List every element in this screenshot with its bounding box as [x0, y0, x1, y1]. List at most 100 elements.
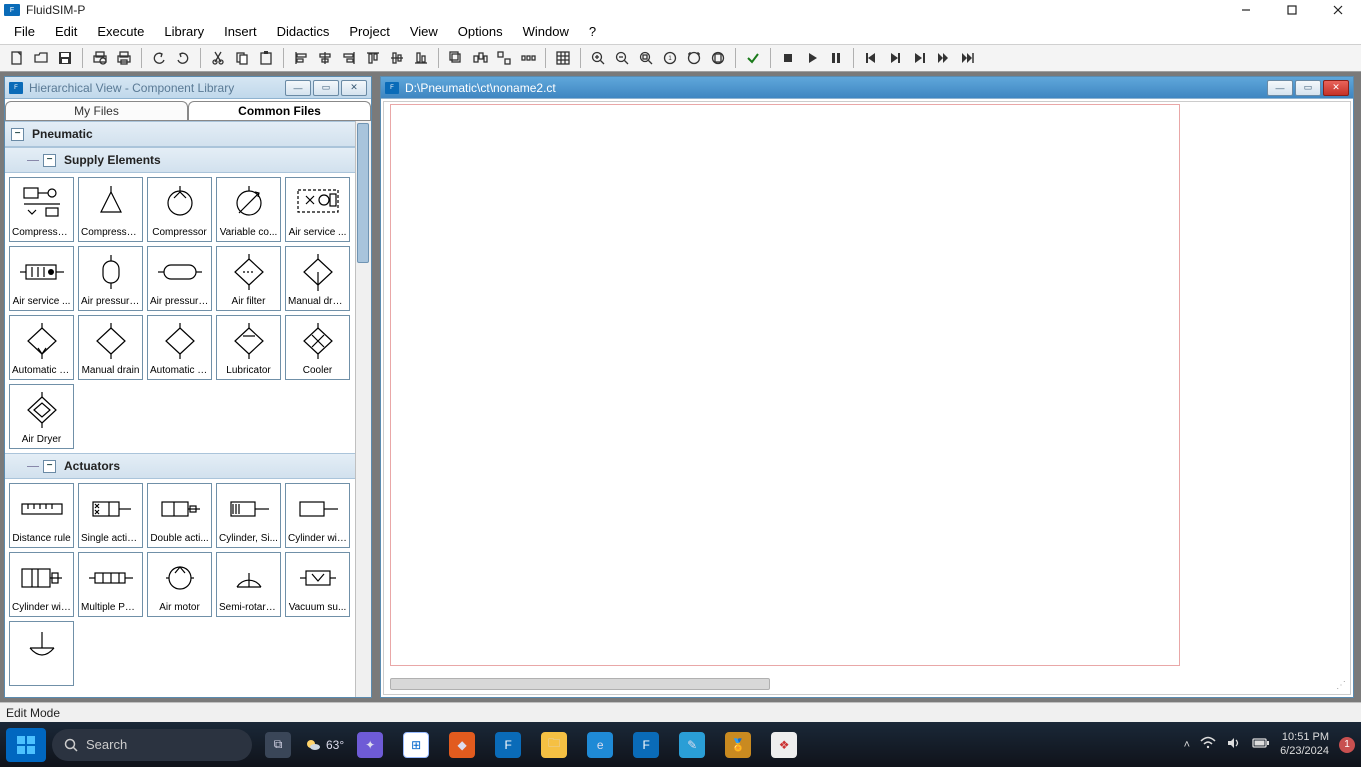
align-top-button[interactable]: [362, 47, 384, 69]
align-middle-button[interactable]: [386, 47, 408, 69]
taskbar-app-3[interactable]: ◆: [442, 728, 482, 762]
doc-maximize-button[interactable]: ▭: [1295, 80, 1321, 96]
library-scroll-thumb[interactable]: [357, 123, 369, 263]
start-button[interactable]: [6, 728, 46, 762]
category-supply-elements[interactable]: −Supply Elements: [5, 147, 371, 173]
taskbar-app-6[interactable]: e: [580, 728, 620, 762]
step-fwd-button[interactable]: [908, 47, 930, 69]
menu-library[interactable]: Library: [154, 22, 214, 41]
taskbar-app-7[interactable]: F: [626, 728, 666, 762]
panel-close-button[interactable]: ✕: [341, 80, 367, 96]
menu-view[interactable]: View: [400, 22, 448, 41]
menu-help[interactable]: ?: [579, 22, 606, 41]
paste-button[interactable]: [255, 47, 277, 69]
zoom-out-button[interactable]: [611, 47, 633, 69]
component-cyl-plain[interactable]: Cylinder wit...: [285, 483, 350, 548]
document-titlebar[interactable]: F D:\Pneumatic\ct\noname2.ct — ▭ ✕: [381, 77, 1353, 99]
menu-file[interactable]: File: [4, 22, 45, 41]
zoom-fit-button[interactable]: [635, 47, 657, 69]
volume-icon[interactable]: [1226, 736, 1242, 753]
align-center-button[interactable]: [314, 47, 336, 69]
tray-chevron-icon[interactable]: ˄: [1184, 739, 1190, 751]
ungroup-button[interactable]: [493, 47, 515, 69]
menu-execute[interactable]: Execute: [87, 22, 154, 41]
save-button[interactable]: [54, 47, 76, 69]
drawing-canvas[interactable]: ⋰: [383, 101, 1351, 695]
zoom-100-button[interactable]: 1: [659, 47, 681, 69]
tab-my-files[interactable]: My Files: [5, 101, 188, 120]
skip-fwd-button[interactable]: [932, 47, 954, 69]
library-titlebar[interactable]: F Hierarchical View - Component Library …: [5, 77, 371, 99]
taskbar-app-8[interactable]: ✎: [672, 728, 712, 762]
component-cyl-simple[interactable]: Cylinder, Si...: [216, 483, 281, 548]
panel-minimize-button[interactable]: —: [285, 80, 311, 96]
menu-insert[interactable]: Insert: [214, 22, 267, 41]
component-diamond-x[interactable]: Cooler: [285, 315, 350, 380]
align-bottom-button[interactable]: [410, 47, 432, 69]
new-button[interactable]: [6, 47, 28, 69]
task-view-button[interactable]: ⧉: [258, 728, 298, 762]
component-cyl-multi[interactable]: Cylinder wit...: [9, 552, 74, 617]
minimize-button[interactable]: [1223, 0, 1269, 20]
component-filter-reg-box[interactable]: Air service ...: [9, 246, 74, 311]
component-diamond-line[interactable]: Manual drai...: [285, 246, 350, 311]
pause-button[interactable]: [825, 47, 847, 69]
step-play-button[interactable]: [884, 47, 906, 69]
component-diamond-tri[interactable]: Automatic d...: [9, 315, 74, 380]
zoom-in-button[interactable]: [587, 47, 609, 69]
step-back-button[interactable]: [860, 47, 882, 69]
wifi-icon[interactable]: [1200, 736, 1216, 753]
component-circle-tick[interactable]: Compressor: [147, 177, 212, 242]
check-button[interactable]: [742, 47, 764, 69]
grid-button[interactable]: [552, 47, 574, 69]
maximize-button[interactable]: [1269, 0, 1315, 20]
category-pneumatic[interactable]: −Pneumatic: [5, 121, 371, 147]
component-ruler[interactable]: Distance rule: [9, 483, 74, 548]
canvas-resize-grip[interactable]: ⋰: [1336, 680, 1348, 692]
undo-button[interactable]: [148, 47, 170, 69]
component-circle-arrow[interactable]: Variable co...: [216, 177, 281, 242]
redo-button[interactable]: [172, 47, 194, 69]
doc-close-button[interactable]: ✕: [1323, 80, 1349, 96]
menu-options[interactable]: Options: [448, 22, 513, 41]
menu-edit[interactable]: Edit: [45, 22, 87, 41]
canvas-horizontal-scrollbar[interactable]: [390, 678, 770, 690]
taskbar-app-1[interactable]: ✦: [350, 728, 390, 762]
panel-maximize-button[interactable]: ▭: [313, 80, 339, 96]
component-compressor-system[interactable]: Compresse...: [9, 177, 74, 242]
doc-minimize-button[interactable]: —: [1267, 80, 1293, 96]
taskbar-app-2[interactable]: ⊞: [396, 728, 436, 762]
component-triangle-up[interactable]: Compresse...: [78, 177, 143, 242]
component-motor-circle[interactable]: Air motor: [147, 552, 212, 617]
component-cyl-double[interactable]: Double acti...: [147, 483, 212, 548]
taskbar-app-4[interactable]: F: [488, 728, 528, 762]
taskbar-app-5[interactable]: 🗀: [534, 728, 574, 762]
component-diamond-double[interactable]: Air Dryer: [9, 384, 74, 449]
group-button[interactable]: [469, 47, 491, 69]
align-right-button[interactable]: [338, 47, 360, 69]
component-capsule-wide[interactable]: Air pressure...: [147, 246, 212, 311]
component-cyl-single[interactable]: Single actin...: [78, 483, 143, 548]
cut-button[interactable]: [207, 47, 229, 69]
component-vacuum[interactable]: Vacuum su...: [285, 552, 350, 617]
component-diamond-dot[interactable]: Lubricator: [216, 315, 281, 380]
component-service-unit[interactable]: Air service ...: [285, 177, 350, 242]
taskbar-clock[interactable]: 10:51 PM 6/23/2024: [1280, 731, 1329, 757]
stop-button[interactable]: [777, 47, 799, 69]
play-button[interactable]: [801, 47, 823, 69]
distribute-button[interactable]: [517, 47, 539, 69]
print-button[interactable]: [113, 47, 135, 69]
print-preview-button[interactable]: [89, 47, 111, 69]
component-semi-rotary[interactable]: Semi-rotary...: [216, 552, 281, 617]
category-actuators[interactable]: −Actuators: [5, 453, 371, 479]
menu-didactics[interactable]: Didactics: [267, 22, 340, 41]
weather-widget[interactable]: 63°: [304, 736, 344, 754]
copy-button[interactable]: [231, 47, 253, 69]
component-cyl-multipos[interactable]: Multiple Pos...: [78, 552, 143, 617]
zoom-region-button[interactable]: [683, 47, 705, 69]
taskbar-app-10[interactable]: ❖: [764, 728, 804, 762]
menu-window[interactable]: Window: [513, 22, 579, 41]
open-button[interactable]: [30, 47, 52, 69]
zoom-page-button[interactable]: [707, 47, 729, 69]
notification-badge[interactable]: 1: [1339, 737, 1355, 753]
